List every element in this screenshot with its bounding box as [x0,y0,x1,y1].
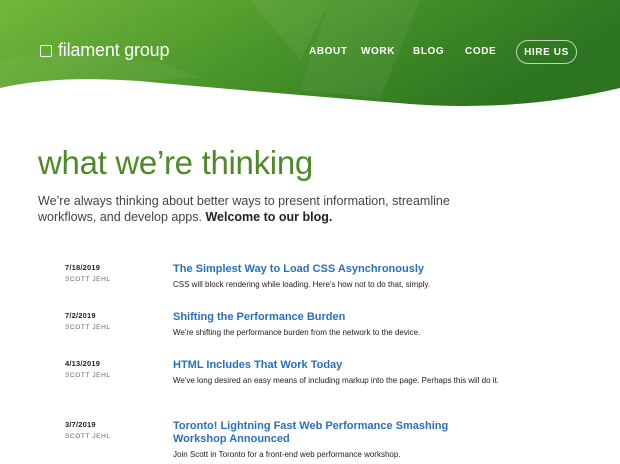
post-description: Join Scott in Toronto for a front-end we… [173,450,401,459]
post-meta: 4/13/2019 SCOTT JEHL [65,359,165,379]
post-author: SCOTT JEHL [65,276,111,283]
intro-welcome: Welcome to our blog. [205,210,333,224]
post-title-link[interactable]: The Simplest Way to Load CSS Asynchronou… [173,263,538,276]
intro-paragraph: We’re always thinking about better ways … [38,193,468,225]
post-body: Toronto! Lightning Fast Web Performance … [173,420,538,461]
post-author: SCOTT JEHL [65,372,111,379]
nav-code[interactable]: CODE [465,46,496,57]
post-title-link[interactable]: HTML Includes That Work Today [173,359,538,372]
post-description: We're shifting the performance burden fr… [173,328,421,337]
page-title: what we’re thinking [38,144,313,181]
post-description: We've long desired an easy means of incl… [173,376,500,385]
post-description: CSS will block rendering while loading. … [173,280,431,289]
post-body: The Simplest Way to Load CSS Asynchronou… [173,263,538,291]
nav-blog[interactable]: BLOG [413,46,444,57]
post-author: SCOTT JEHL [65,324,111,331]
post-date: 7/2/2019 [65,311,96,320]
nav-work[interactable]: WORK [361,46,395,57]
post-date: 3/7/2019 [65,420,96,429]
post-title-link[interactable]: Toronto! Lightning Fast Web Performance … [173,420,503,446]
post-meta: 7/18/2019 SCOTT JEHL [65,263,165,283]
site-header: filament group ABOUT WORK BLOG CODE HIRE… [0,0,620,112]
post-body: HTML Includes That Work Today We've long… [173,359,538,387]
post-date: 7/18/2019 [65,263,101,272]
hire-us-button[interactable]: HIRE US [516,40,577,64]
post-date: 4/13/2019 [65,359,101,368]
post-meta: 7/2/2019 SCOTT JEHL [65,311,165,331]
post-title-link[interactable]: Shifting the Performance Burden [173,311,538,324]
post-meta: 3/7/2019 SCOTT JEHL [65,420,165,440]
post-body: Shifting the Performance Burden We're sh… [173,311,538,339]
post-author: SCOTT JEHL [65,433,111,440]
nav-about[interactable]: ABOUT [309,46,348,57]
